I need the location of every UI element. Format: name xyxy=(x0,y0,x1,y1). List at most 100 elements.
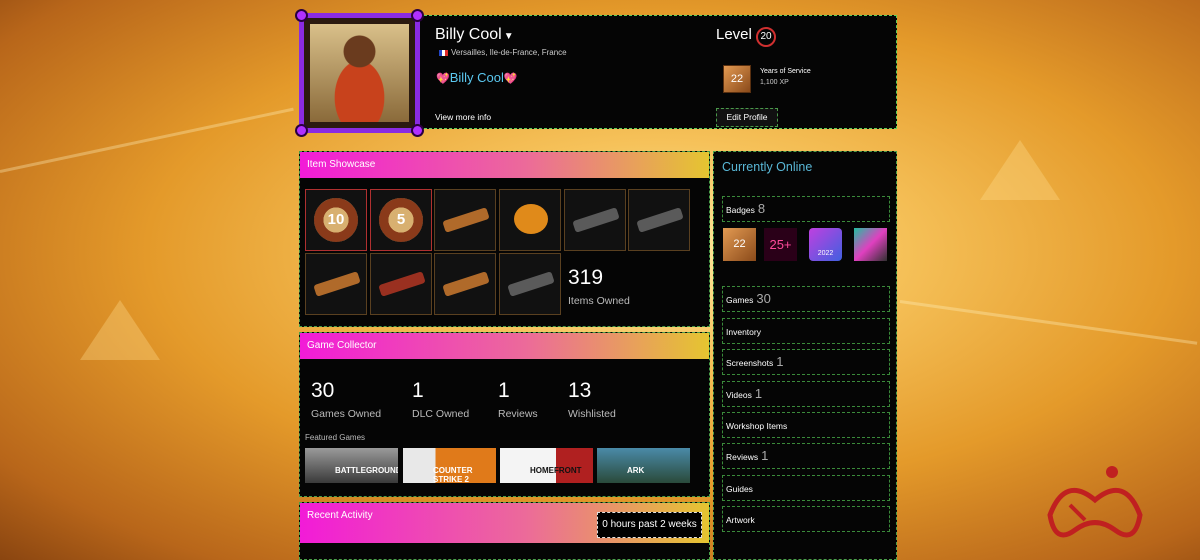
orange-rifle-icon xyxy=(313,271,361,297)
red-blaster-icon xyxy=(378,271,426,297)
sidebar-item-workshop[interactable]: Workshop Items xyxy=(722,412,890,438)
items-owned-label: Items Owned xyxy=(568,295,630,307)
grenade-launcher-icon xyxy=(636,207,684,233)
sidebar-item-label: Videos xyxy=(726,390,752,400)
game-banner-text: ARK xyxy=(627,466,645,475)
heart-icon: 💖 xyxy=(503,73,518,85)
frame-corner xyxy=(411,9,424,22)
game-banner-text: COUNTER STRIKE 2 xyxy=(433,466,473,483)
rocket-launcher-icon xyxy=(442,271,490,297)
featured-game-pubg[interactable]: BATTLEGROUNDS xyxy=(305,448,398,483)
pumpkin-icon xyxy=(514,204,548,234)
nickname: 💖Billy Cool💖 xyxy=(436,70,518,85)
launcher-icon xyxy=(572,207,620,233)
items-owned-count[interactable]: 319 xyxy=(568,266,603,290)
sidebar-item-label: Badges xyxy=(726,205,755,215)
ten-year-coin-icon: 10 xyxy=(314,198,358,242)
sidebar-item-count: 1 xyxy=(761,448,769,463)
heart-icon: 💖 xyxy=(436,73,450,85)
showcase-item[interactable]: 10 xyxy=(305,189,367,251)
showcase-item[interactable] xyxy=(434,189,496,251)
stat-value[interactable]: 1 xyxy=(498,379,510,403)
hours-played: 0 hours past 2 weeks xyxy=(597,512,702,538)
sidebar-item-label: Screenshots xyxy=(726,358,774,368)
stat-label: Reviews xyxy=(498,408,538,420)
nickname-text: Billy Cool xyxy=(449,70,504,85)
level-25-badge-icon[interactable]: 25+ xyxy=(764,228,797,261)
sidebar-item-count: 30 xyxy=(756,291,771,306)
sidebar-item-inventory[interactable]: Inventory xyxy=(722,318,890,344)
level-badge: 20 xyxy=(756,27,776,47)
pixel-art-badge-icon[interactable] xyxy=(854,228,887,261)
persona-name[interactable]: Billy Cool ▼ xyxy=(435,26,514,44)
sidebar-item-count: 1 xyxy=(754,386,763,401)
background-shard xyxy=(80,300,160,360)
sidebar-item-badges[interactable]: Badges 8 xyxy=(722,196,890,222)
frame-corner xyxy=(295,124,308,137)
years-of-service-xp: 1,100 XP xyxy=(760,79,789,86)
showcase-item[interactable] xyxy=(628,189,690,251)
sidebar-item-reviews[interactable]: Reviews 1 xyxy=(722,443,890,469)
featured-game-ark[interactable]: ARK xyxy=(597,448,690,483)
background-ray xyxy=(899,300,1198,345)
showcase-item[interactable] xyxy=(499,253,561,315)
steam-2022-badge-icon[interactable]: 2022 xyxy=(809,228,842,261)
level-label: Level xyxy=(716,26,752,43)
featured-games-label: Featured Games xyxy=(305,433,366,442)
years-of-service-badge-icon[interactable]: 22 xyxy=(723,228,756,261)
stat-label: Wishlisted xyxy=(568,408,616,420)
avatar-image xyxy=(310,24,409,122)
item-showcase-title: Item Showcase xyxy=(300,152,709,178)
showcase-item[interactable] xyxy=(564,189,626,251)
persona-name-text: Billy Cool xyxy=(435,26,502,43)
location-text: Versailles, Ile-de-France, France xyxy=(451,48,567,57)
france-flag-icon xyxy=(439,49,448,56)
badge-text: 22 xyxy=(733,238,746,250)
watermark-logo-icon xyxy=(1047,466,1143,538)
badge-text: 25+ xyxy=(769,237,792,252)
background-shard xyxy=(980,140,1060,200)
frame-corner xyxy=(411,124,424,137)
sidebar-item-label: Games xyxy=(726,295,754,305)
showcase-item[interactable]: 5 xyxy=(370,189,432,251)
featured-game-cs2[interactable]: COUNTER STRIKE 2 xyxy=(403,448,496,483)
location: Versailles, Ile-de-France, France xyxy=(439,48,567,57)
game-banner-text: BATTLEGROUNDS xyxy=(335,466,398,475)
sidebar-item-videos[interactable]: Videos 1 xyxy=(722,381,890,407)
sidebar-item-label: Workshop Items xyxy=(726,421,788,431)
sidebar-item-artwork[interactable]: Artwork xyxy=(722,506,890,532)
game-banner-text: HOMEFRONT xyxy=(530,466,582,475)
years-of-service-title: Years of Service xyxy=(760,68,811,75)
sidebar-item-label: Guides xyxy=(726,484,753,494)
sidebar-item-guides[interactable]: Guides xyxy=(722,475,890,501)
showcase-item[interactable] xyxy=(370,253,432,315)
sidebar-item-label: Artwork xyxy=(726,515,755,525)
sidebar-item-games[interactable]: Games 30 xyxy=(722,286,890,312)
stat-value[interactable]: 30 xyxy=(311,379,334,403)
frame-corner xyxy=(295,9,308,22)
stat-value[interactable]: 13 xyxy=(568,379,591,403)
caret-down-icon[interactable]: ▼ xyxy=(504,31,514,42)
sidebar-item-label: Inventory xyxy=(726,327,761,337)
edit-profile-button[interactable]: Edit Profile xyxy=(716,108,778,127)
badge-text: 2022 xyxy=(817,250,834,257)
showcase-item[interactable] xyxy=(434,253,496,315)
sidebar-item-count: 8 xyxy=(757,201,766,216)
game-collector-title: Game Collector xyxy=(300,333,709,359)
bazooka-icon xyxy=(507,271,555,297)
rocket-launcher-icon xyxy=(442,207,490,233)
avatar[interactable] xyxy=(295,9,424,137)
stat-value[interactable]: 1 xyxy=(412,379,424,403)
stat-label: Games Owned xyxy=(311,408,382,420)
featured-game-homefront[interactable]: HOMEFRONT xyxy=(500,448,593,483)
online-status: Currently Online xyxy=(722,160,813,174)
sidebar-item-screenshots[interactable]: Screenshots 1 xyxy=(722,349,890,375)
showcase-item[interactable] xyxy=(499,189,561,251)
view-more-link[interactable]: View more info xyxy=(435,112,491,122)
stat-label: DLC Owned xyxy=(412,408,470,420)
showcase-item[interactable] xyxy=(305,253,367,315)
sidebar-item-label: Reviews xyxy=(726,452,759,462)
years-of-service-badge[interactable]: 22 xyxy=(723,65,751,93)
sidebar-item-count: 1 xyxy=(776,354,784,369)
five-year-coin-icon: 5 xyxy=(379,198,423,242)
